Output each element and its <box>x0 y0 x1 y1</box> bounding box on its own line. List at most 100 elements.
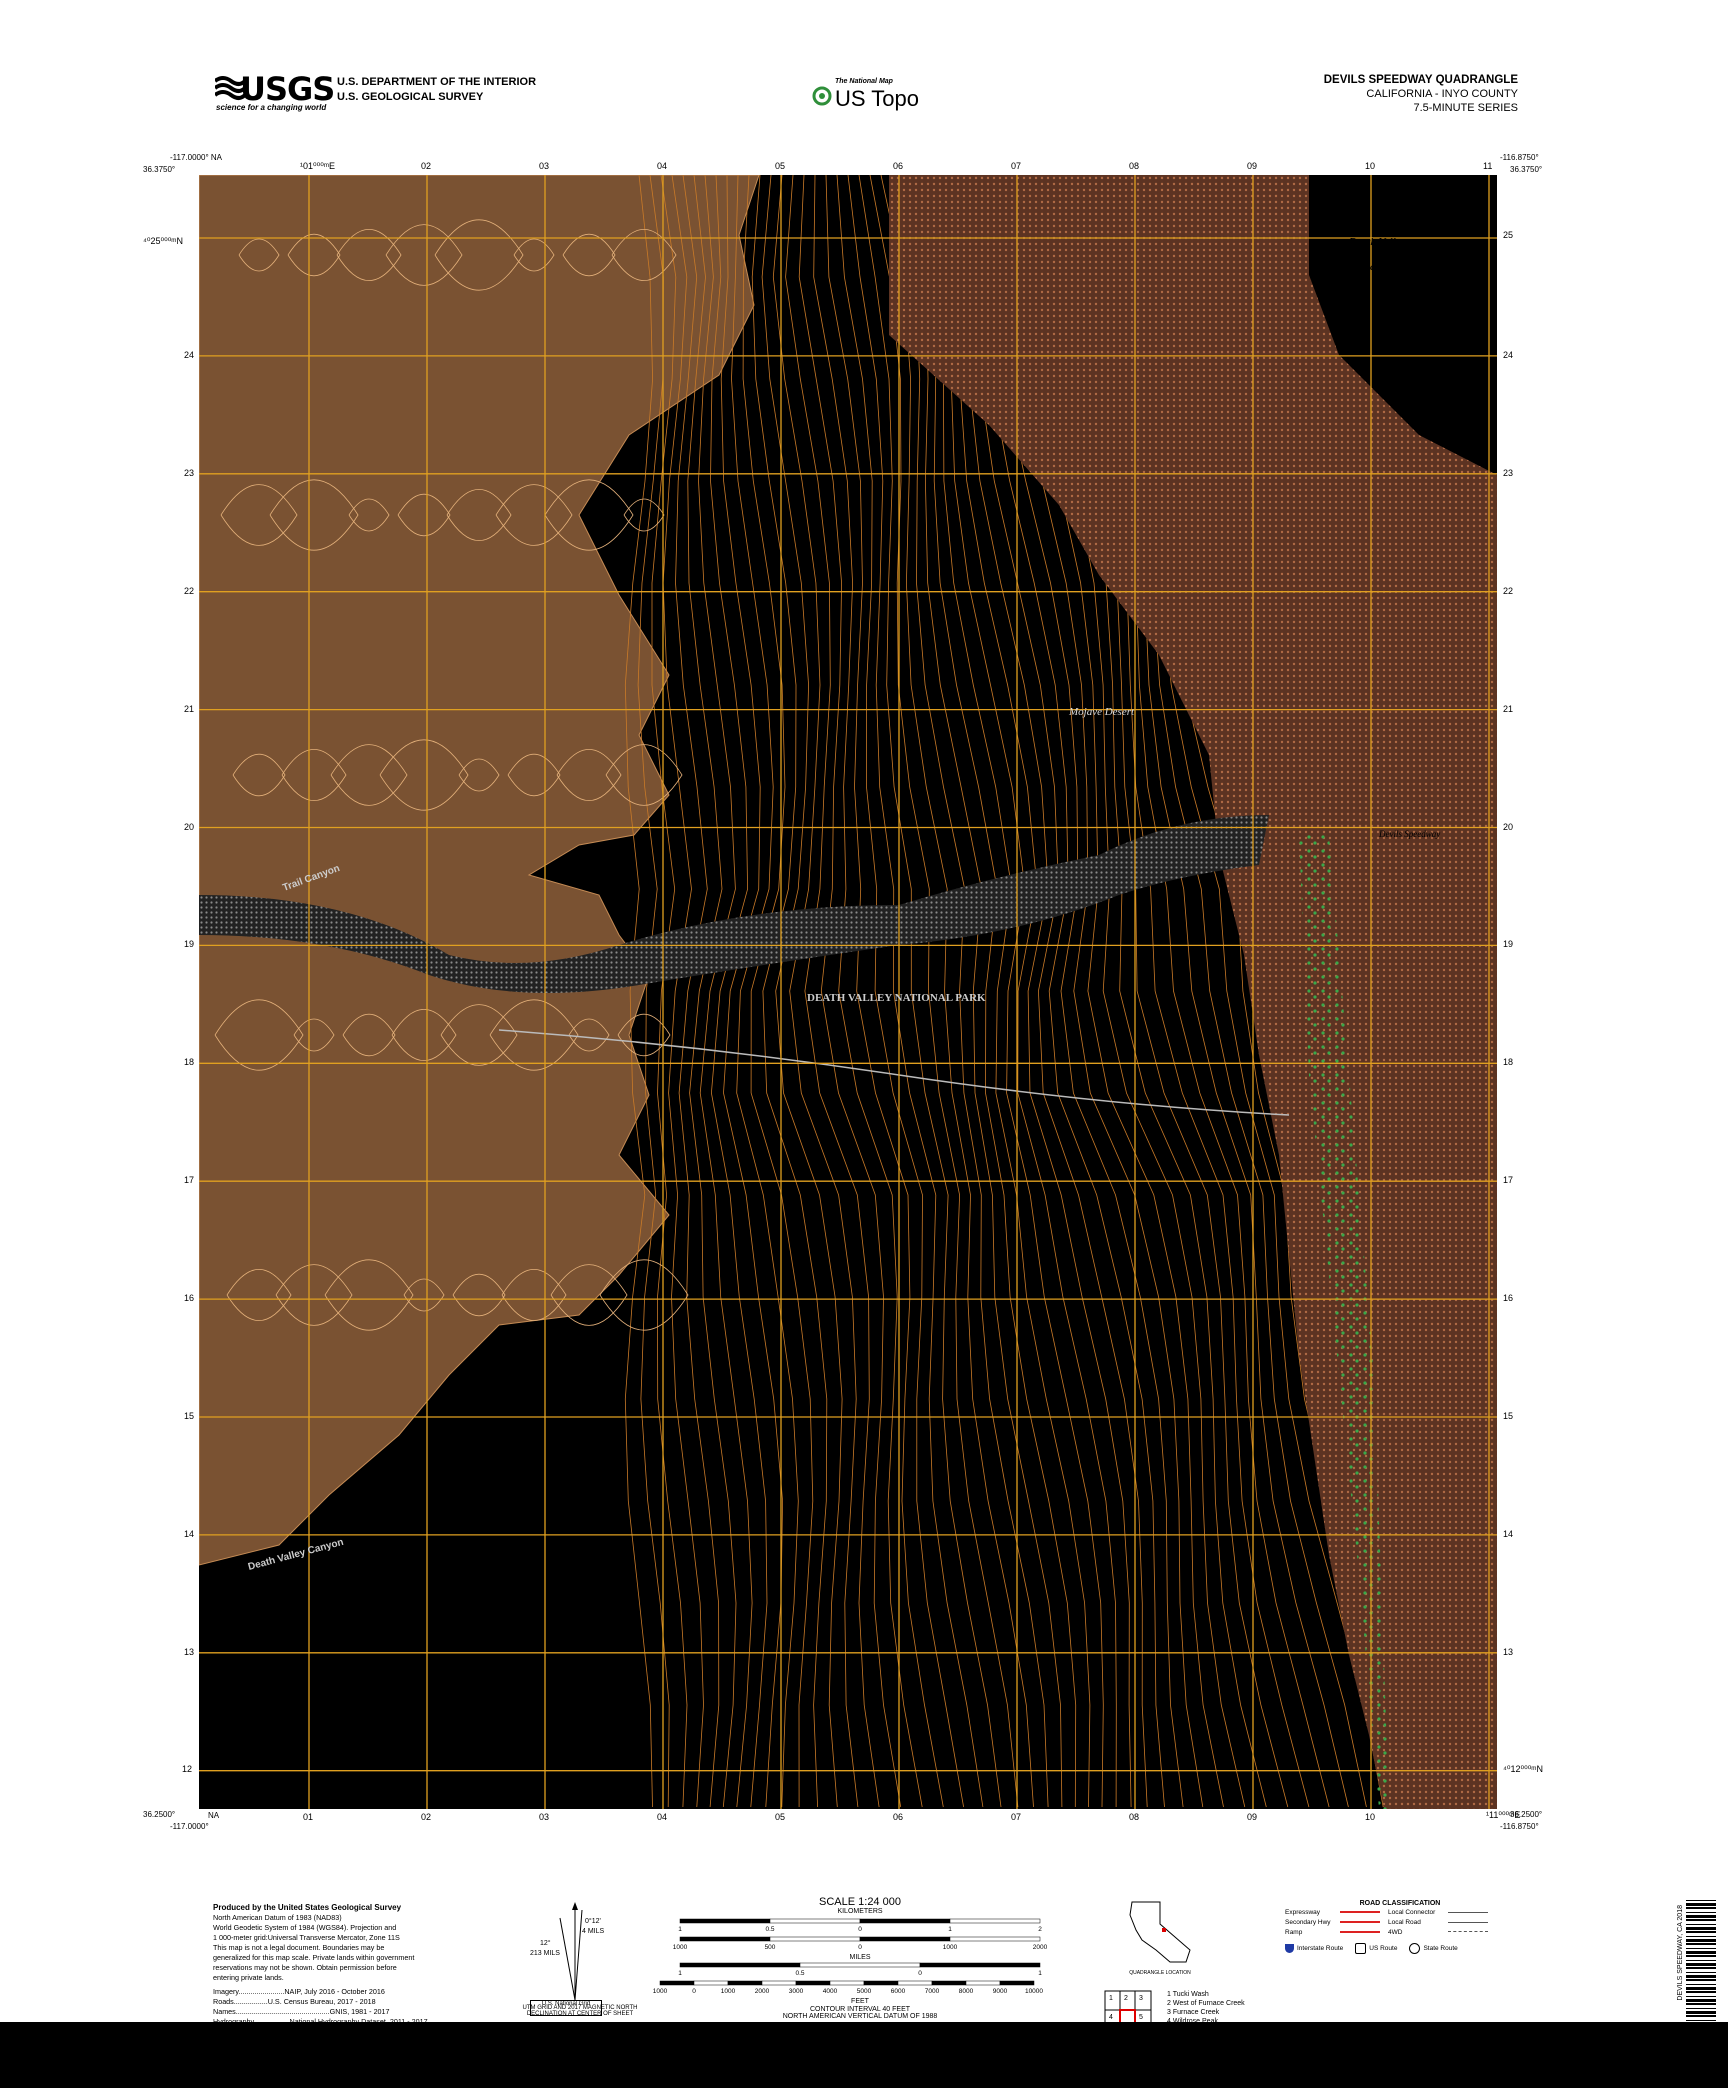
barcode-bar <box>1686 1999 1716 2002</box>
label-mojave-desert: Mojave Desert <box>1068 706 1135 718</box>
label-devils-speedway: Devils Speedway <box>1378 829 1440 839</box>
scale-label: 0.5 <box>765 1926 774 1933</box>
scale-label: 1000 <box>673 1944 688 1951</box>
adjoining-item: 3 Furnace Creek <box>1167 2009 1220 2016</box>
grid-easting-top: 08 <box>1129 161 1140 171</box>
bottom-bar <box>0 2022 1728 2088</box>
shield-label: Interstate Route <box>1297 1945 1344 1952</box>
mn-mils: 213 MILS <box>530 1950 560 1957</box>
scale-label: 7000 <box>925 1988 940 1995</box>
scale-segment <box>693 1980 729 1986</box>
barcode-bar <box>1686 1924 1716 1925</box>
grid-northing-right: 17 <box>1503 1175 1514 1186</box>
quadrangle-state: CALIFORNIA - INYO COUNTY <box>1366 88 1518 100</box>
scale-segment <box>769 1918 861 1924</box>
road-symbol <box>1340 1921 1380 1923</box>
mn-value: 12° <box>540 1940 551 1947</box>
miles-label: MILES <box>849 1954 870 1961</box>
disclaimer-4: entering private lands. <box>213 1973 284 1982</box>
shield-label: US Route <box>1369 1945 1398 1952</box>
scale-label: 3000 <box>789 1988 804 1995</box>
adjoining-number: 5 <box>1139 2014 1143 2021</box>
grid-northing-right-top: 25 <box>1503 230 1514 240</box>
barcode-bar <box>1686 2011 1716 2014</box>
department-block: U.S. DEPARTMENT OF THE INTERIOR U.S. GEO… <box>337 75 536 105</box>
barcode-bar <box>1686 1979 1716 1981</box>
grid-easting-top: 04 <box>657 161 668 171</box>
scale-segment <box>679 1936 771 1942</box>
barcode-text: DEVILS SPEEDWAY, CA 2018 <box>1677 1905 1684 2001</box>
barcode-bar <box>1686 1915 1716 1918</box>
grid-northing-left: 23 <box>184 467 195 478</box>
grid-easting-bottom: 10 <box>1365 1812 1376 1822</box>
grid-northing-left: 20 <box>184 821 195 832</box>
road-symbol <box>1448 1911 1488 1913</box>
grid-northing-right: 16 <box>1503 1293 1514 1304</box>
scale-label: 0 <box>918 1970 922 1977</box>
road-symbol <box>1340 1931 1380 1933</box>
grid-northing-top: ⁴⁰25⁰⁰⁰ᵐN <box>143 236 183 246</box>
vertical-datum: NORTH AMERICAN VERTICAL DATUM OF 1988 <box>782 2013 938 2020</box>
barcode-bar <box>1686 1907 1716 1909</box>
feet-label: FEET <box>851 1998 870 2005</box>
barcode-bar <box>1686 2008 1716 2009</box>
scale-segment <box>679 1918 771 1924</box>
gn-value: 0°12' <box>585 1918 601 1925</box>
grid-northing-right: 23 <box>1503 467 1514 478</box>
scale-segment <box>795 1980 831 1986</box>
shield-label: State Route <box>1423 1945 1458 1952</box>
usgs-tagline: science for a changing world <box>216 103 327 112</box>
barcode-bar <box>1686 1912 1716 1913</box>
grid-easting-first: ¹01⁰⁰⁰ᵐE <box>300 161 335 171</box>
scale-segment <box>863 1980 899 1986</box>
scale-label: 9000 <box>993 1988 1008 1995</box>
scale-segment <box>949 1918 1041 1924</box>
road-classification: ROAD CLASSIFICATION Expressway Local Conn… <box>1285 1900 1515 1954</box>
barcode-bar <box>1686 1960 1716 1961</box>
shield-legend-item: US Route <box>1355 1943 1397 1954</box>
topographic-map[interactable]: Death Valley Middle Basin Mojave Desert … <box>198 174 1675 1809</box>
grid-easting-bottom: 09 <box>1247 1812 1258 1822</box>
map-canvas: Death Valley Middle Basin Mojave Desert … <box>198 174 1675 1809</box>
grid-northing-right: 13 <box>1503 1646 1514 1657</box>
scale-segment <box>799 1962 921 1968</box>
scale-label: 6000 <box>891 1988 906 1995</box>
corner-top-left-lon: -117.0000° NA <box>170 153 222 162</box>
scale-segment <box>761 1980 797 1986</box>
label-death-valley: Death Valley <box>1348 236 1406 248</box>
grid-northing-left: 16 <box>184 1293 195 1304</box>
datum-line-3: 1 000-meter grid:Universal Transverse Me… <box>213 1933 400 1942</box>
grid-northing-left-bottom: 12 <box>182 1764 193 1774</box>
grid-easting-top: 03 <box>539 161 550 171</box>
scale-segment <box>859 1936 951 1942</box>
scale-segment <box>897 1980 933 1986</box>
scale-label: 1 <box>678 1970 682 1977</box>
barcode-bar <box>1686 2020 1716 2021</box>
road-symbol <box>1448 1931 1488 1933</box>
barcode-bar <box>1686 1900 1716 1901</box>
barcode-bar <box>1686 1972 1716 1973</box>
barcode-bar <box>1686 2003 1716 2005</box>
adjoining-item: 1 Tucki Wash <box>1167 1991 1209 1998</box>
gn-mils: 4 MILS <box>582 1928 605 1935</box>
scale-label: 0 <box>858 1926 862 1933</box>
source-item: Roads.................U.S. Census Bureau… <box>213 1997 376 2006</box>
grid-easting-bottom: 05 <box>775 1812 786 1822</box>
grid-northing-right: 21 <box>1503 703 1514 714</box>
source-item: Names...................................… <box>213 2007 390 2016</box>
interstate-shield-icon <box>1285 1944 1294 1953</box>
corner-top-right-lat: 36.3750° <box>1510 165 1543 174</box>
grid-easting-bottom: 08 <box>1129 1812 1140 1822</box>
scale-label: 0 <box>858 1944 862 1951</box>
road-symbol <box>1448 1921 1488 1923</box>
km-label: KILOMETERS <box>837 1908 883 1915</box>
barcode-bar <box>1686 1963 1716 1966</box>
grid-northing-left: 18 <box>184 1057 195 1068</box>
scale-label: 5000 <box>857 1988 872 1995</box>
scale-label: 8000 <box>959 1988 974 1995</box>
scale-segment <box>829 1980 865 1986</box>
road-class-row: Expressway Local Connector <box>1285 1907 1515 1917</box>
state-route-shield-icon <box>1409 1943 1421 1954</box>
barcode-bar <box>1686 2015 1716 2017</box>
grid-easting-bottom: 04 <box>657 1812 668 1822</box>
